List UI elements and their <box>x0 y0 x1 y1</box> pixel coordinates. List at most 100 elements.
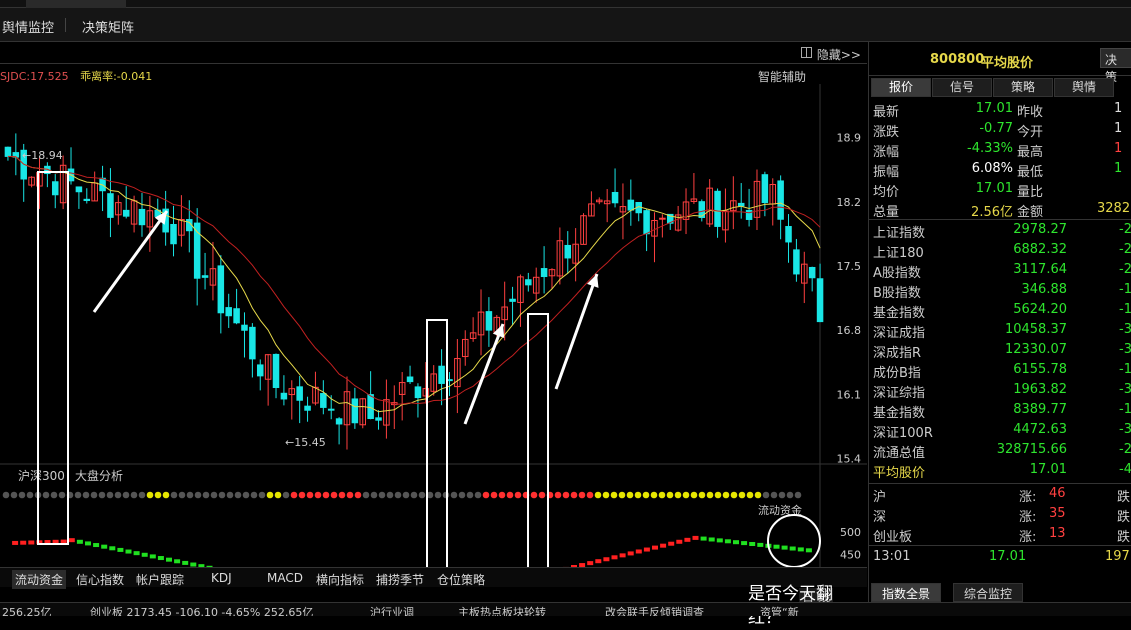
candle-body <box>5 147 11 156</box>
chart-header: 隐藏>> <box>0 42 867 64</box>
index-change: -3 <box>1119 422 1131 437</box>
tab-fund-flow[interactable]: 流动资金 <box>12 570 66 589</box>
index-name: 流通总值 <box>873 442 925 461</box>
down-label: 跌 <box>1117 526 1130 545</box>
signal-dot <box>115 492 122 499</box>
quote-value: -0.77 <box>979 121 1013 136</box>
candle-body <box>257 365 263 376</box>
candle-body <box>612 192 618 202</box>
quote-value: -4.33% <box>967 141 1013 156</box>
signal-dot <box>171 492 178 499</box>
ticker-item[interactable]: 主板热点板块轮转 <box>458 604 546 616</box>
candlestick-chart[interactable]: 18.918.217.516.816.115.4←18.94←15.45沪深30… <box>0 84 867 567</box>
ticker-item[interactable]: 改会联手反倾销调查 <box>605 604 704 616</box>
flow-bar <box>142 553 148 557</box>
index-row[interactable]: 深证100R4472.63-3 <box>869 420 1131 440</box>
tab-sentiment[interactable]: 舆情 <box>1054 78 1114 97</box>
signal-dot <box>43 492 50 499</box>
quote-value: 1 <box>1114 121 1122 136</box>
tab-quote[interactable]: 报价 <box>871 78 931 97</box>
signal-dot <box>579 492 586 499</box>
decision-button[interactable]: 决策 <box>1100 48 1131 68</box>
signal-dot <box>507 492 514 499</box>
tab-composite-monitor[interactable]: 综合监控 <box>953 583 1023 602</box>
flow-bar <box>182 561 188 565</box>
hide-panel-button[interactable]: 隐藏>> <box>817 46 861 63</box>
candle-body <box>305 406 311 410</box>
signal-dot <box>683 492 690 499</box>
index-list: 上证指数2978.27-2 上证1806882.32-2 A股指数3117.64… <box>869 219 1131 480</box>
top-nav: 舆情监控 决策矩阵 <box>0 8 1131 42</box>
index-row[interactable]: 基金指数8389.77-1 <box>869 400 1131 420</box>
signal-dot <box>139 492 146 499</box>
index-row[interactable]: 深证综指1963.82-3 <box>869 380 1131 400</box>
tab-macd[interactable]: MACD <box>264 570 306 586</box>
stock-code: 800800 <box>930 52 984 67</box>
signal-dot <box>315 492 322 499</box>
signal-dot <box>467 492 474 499</box>
breadth-row: 沪涨:46跌 <box>869 484 1131 504</box>
flow-tick-label: 450 <box>840 548 861 561</box>
smart-assist-button[interactable]: 智能辅助 <box>758 68 806 85</box>
tab-confidence-index[interactable]: 信心指数 <box>73 570 127 589</box>
signal-dot <box>747 492 754 499</box>
candle-body <box>778 181 784 219</box>
tab-horizontal-indicator[interactable]: 横向指标 <box>313 570 367 589</box>
index-row[interactable]: B股指数346.88-1 <box>869 280 1131 300</box>
tab-account-tracking[interactable]: 帐户跟踪 <box>133 570 187 589</box>
quote-label: 涨幅 <box>873 141 899 160</box>
quote-label: 均价 <box>873 181 899 200</box>
layout-grid-icon[interactable] <box>801 47 812 58</box>
signal-dot <box>163 492 170 499</box>
nav-decision-matrix[interactable]: 决策矩阵 <box>82 17 134 36</box>
up-count: 13 <box>1049 526 1066 541</box>
tab-strategy[interactable]: 策略 <box>993 78 1053 97</box>
index-row[interactable]: 流通总值328715.66-2 <box>869 440 1131 460</box>
nav-separator <box>65 18 66 32</box>
index-name: 基金指数 <box>873 402 925 421</box>
index-row[interactable]: 基金指数5624.20-1 <box>869 300 1131 320</box>
index-change: -3 <box>1119 382 1131 397</box>
index-row[interactable]: 上证1806882.32-2 <box>869 240 1131 260</box>
signal-dot <box>715 492 722 499</box>
candle-body <box>510 299 516 301</box>
index-change: -2 <box>1119 222 1131 237</box>
quote-value: 2.56亿 <box>971 201 1013 220</box>
tab-csi300: 沪深300 <box>18 469 65 483</box>
candle-body <box>281 393 287 399</box>
signal-dot <box>355 492 362 499</box>
index-row[interactable]: 深证成指10458.37-3 <box>869 320 1131 340</box>
quote-value: 1 <box>1114 161 1122 176</box>
signal-dot <box>795 492 802 499</box>
quote-value: 3282. <box>1097 201 1131 216</box>
price-tick-label: 18.9 <box>837 132 862 145</box>
index-row[interactable]: 深成指R12330.07-3 <box>869 340 1131 360</box>
index-row[interactable]: 平均股价17.01-4 <box>869 460 1131 480</box>
signal-dot <box>515 492 522 499</box>
nav-sentiment-monitor[interactable]: 舆情监控 <box>2 17 54 36</box>
ticker-item[interactable]: 沪行业调 <box>370 604 414 616</box>
tab-index-overview[interactable]: 指数全景 <box>871 583 941 602</box>
active-window-tab[interactable] <box>26 0 126 8</box>
signal-dot <box>147 492 154 499</box>
flow-bar <box>85 541 91 545</box>
signal-dot <box>299 492 306 499</box>
signal-dot <box>539 492 546 499</box>
index-row[interactable]: 成份B指6155.78-1 <box>869 360 1131 380</box>
ticker-item[interactable]: 资管“新 <box>760 604 799 616</box>
candle-body <box>762 175 768 203</box>
up-label: 涨: <box>1019 486 1036 505</box>
tab-fishing-season[interactable]: 捕捞季节 <box>373 570 427 589</box>
index-row[interactable]: A股指数3117.64-2 <box>869 260 1131 280</box>
tab-signal[interactable]: 信号 <box>932 78 992 97</box>
ticker-item[interactable]: 创业板 2173.45 -106.10 -4.65% 252.65亿 <box>90 604 313 616</box>
candle-body <box>541 269 547 277</box>
ticker-item[interactable]: 256.25亿 <box>2 604 52 616</box>
signal-dot <box>707 492 714 499</box>
tab-position-strategy[interactable]: 仓位策略 <box>434 570 488 589</box>
index-row[interactable]: 上证指数2978.27-2 <box>869 220 1131 240</box>
flow-bar <box>782 546 788 550</box>
index-value: 3117.64 <box>1013 262 1067 277</box>
signal-dot <box>107 492 114 499</box>
tab-kdj[interactable]: KDJ <box>208 570 235 586</box>
